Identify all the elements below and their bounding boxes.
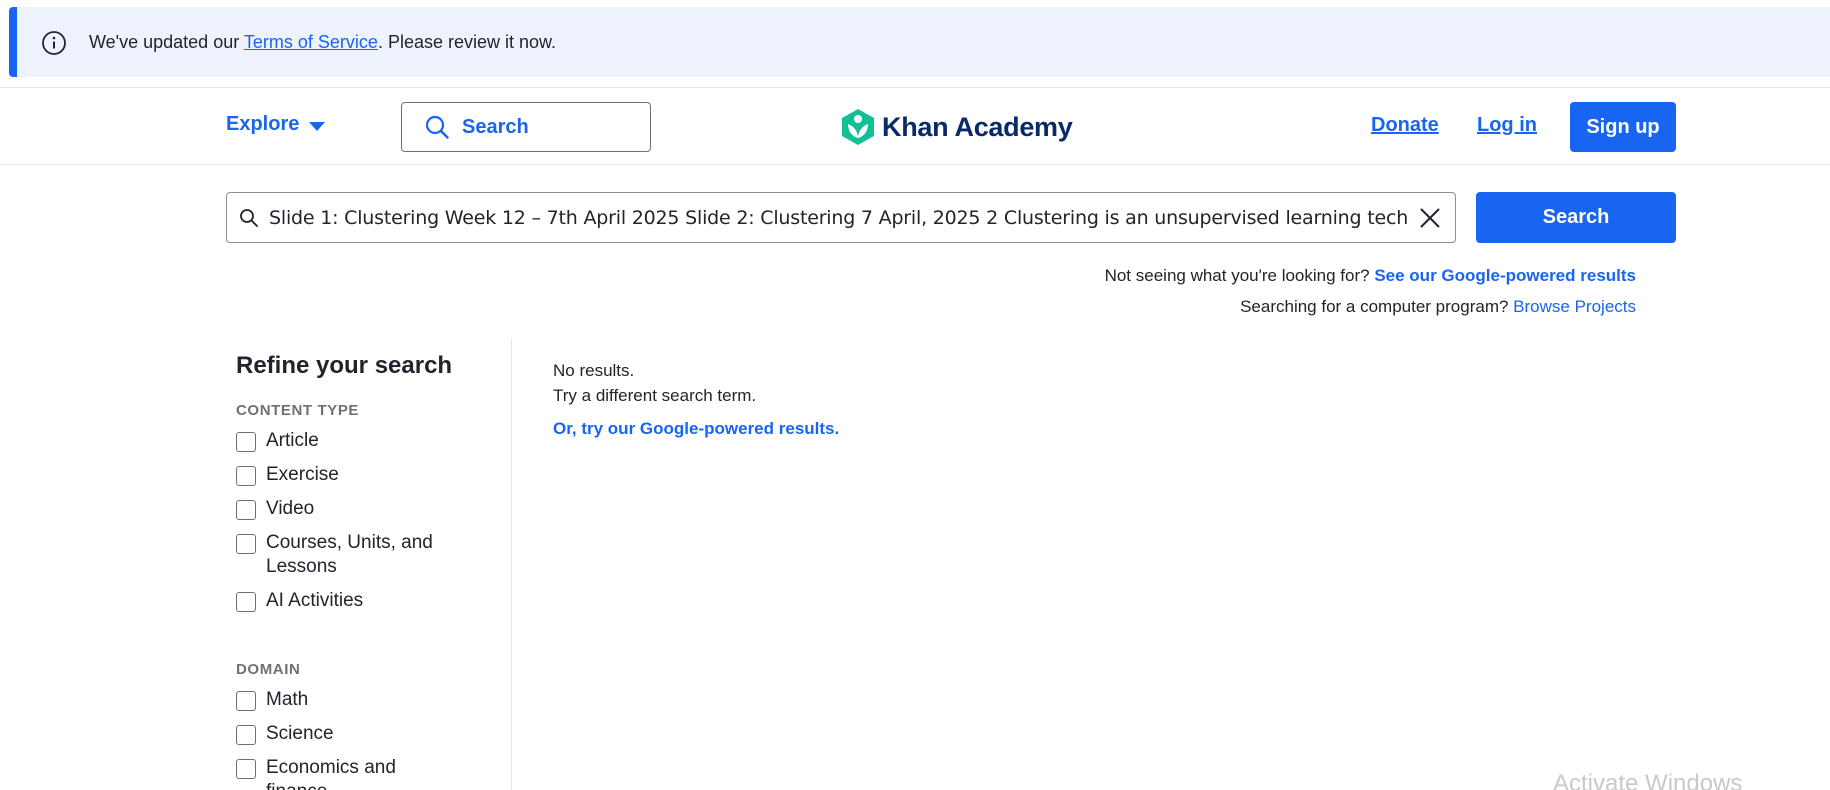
- login-link[interactable]: Log in: [1477, 114, 1537, 137]
- search-icon: [240, 208, 258, 227]
- google-results-alt-link[interactable]: Or, try our Google-powered results.: [553, 416, 839, 441]
- khan-academy-logo[interactable]: Khan Academy: [840, 108, 1073, 146]
- search-query-field[interactable]: Slide 1: Clustering Week 12 – 7th April …: [226, 192, 1456, 243]
- search-submit-button[interactable]: Search: [1476, 192, 1676, 243]
- filter-ai-activities[interactable]: AI Activities: [236, 589, 511, 613]
- filter-science[interactable]: Science: [236, 722, 511, 746]
- banner-text: We've updated our Terms of Service. Plea…: [89, 32, 557, 52]
- refine-sidebar: Refine your search CONTENT TYPE Article …: [236, 338, 512, 790]
- refine-title: Refine your search: [236, 352, 453, 379]
- signup-button[interactable]: Sign up: [1570, 102, 1676, 152]
- checkbox[interactable]: [236, 500, 256, 520]
- browse-projects-link[interactable]: Browse Projects: [1513, 297, 1636, 316]
- filter-exercise[interactable]: Exercise: [236, 463, 511, 487]
- site-header: Explore Search Khan Academy Donate Log i…: [0, 87, 1830, 165]
- header-search-button[interactable]: Search: [401, 102, 651, 152]
- logo-hexagon-icon: [842, 109, 874, 145]
- filter-video[interactable]: Video: [236, 497, 511, 521]
- filter-courses[interactable]: Courses, Units, and Lessons: [236, 531, 511, 579]
- clear-icon[interactable]: [1417, 205, 1443, 231]
- search-icon: [425, 115, 449, 139]
- google-results-hint: Not seeing what you're looking for? See …: [1104, 266, 1636, 285]
- checkbox[interactable]: [236, 534, 256, 554]
- checkbox[interactable]: [236, 691, 256, 711]
- try-different-text: Try a different search term.: [553, 386, 757, 405]
- checkbox[interactable]: [236, 725, 256, 745]
- google-results-link[interactable]: See our Google-powered results: [1374, 266, 1636, 285]
- filter-article[interactable]: Article: [236, 429, 511, 453]
- terms-of-service-link[interactable]: Terms of Service: [244, 32, 378, 52]
- header-search-label: Search: [462, 115, 529, 138]
- terms-banner: We've updated our Terms of Service. Plea…: [9, 7, 1830, 77]
- checkbox[interactable]: [236, 592, 256, 612]
- caret-down-icon: [309, 121, 326, 131]
- checkbox[interactable]: [236, 759, 256, 779]
- explore-menu-button[interactable]: Explore: [226, 113, 326, 136]
- explore-label: Explore: [226, 113, 300, 135]
- activate-windows-watermark: Activate Windows: [1553, 770, 1743, 790]
- content-type-heading: CONTENT TYPE: [236, 402, 360, 419]
- program-search-hint: Searching for a computer program? Browse…: [1240, 297, 1636, 316]
- no-results-text: No results.: [553, 361, 635, 380]
- search-query-text[interactable]: Slide 1: Clustering Week 12 – 7th April …: [269, 207, 1409, 229]
- results-area: No results. Try a different search term.…: [553, 358, 839, 441]
- logo-text: Khan Academy: [882, 111, 1073, 142]
- checkbox[interactable]: [236, 432, 256, 452]
- info-icon: [42, 31, 66, 55]
- domain-heading: DOMAIN: [236, 661, 301, 678]
- checkbox[interactable]: [236, 466, 256, 486]
- filter-economics[interactable]: Economics and finance: [236, 756, 511, 790]
- donate-link[interactable]: Donate: [1371, 114, 1439, 137]
- filter-math[interactable]: Math: [236, 688, 511, 712]
